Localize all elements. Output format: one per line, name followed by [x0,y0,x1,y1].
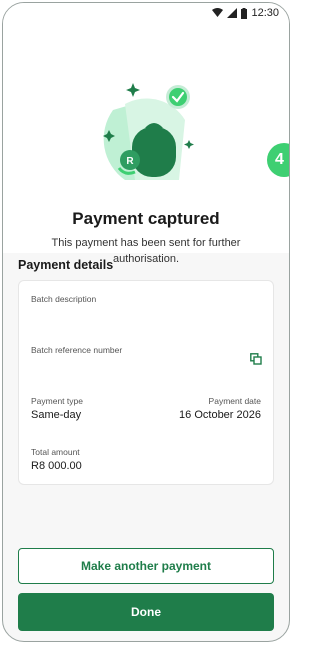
wifi-icon [212,8,224,17]
batch-reference-label: Batch reference number [31,345,123,355]
status-bar: 12:30 [3,3,289,25]
payment-details-card: Batch description Batch reference number… [18,280,274,485]
total-amount-label: Total amount [31,447,80,457]
payment-type-label: Payment type [31,396,83,406]
svg-text:R: R [126,156,134,167]
phone-frame: 12:30 R 4 Payment captured This payment … [2,2,290,642]
make-another-payment-button[interactable]: Make another payment [18,548,274,584]
batch-description-label: Batch description [31,294,97,304]
payment-details-heading: Payment details [18,258,114,272]
copy-icon[interactable] [250,353,262,365]
done-button[interactable]: Done [18,593,274,631]
step-badge: 4 [267,143,289,177]
payment-date-value: 16 October 2026 [179,409,261,421]
total-amount-value: R8 000.00 [31,460,82,472]
status-icons: 12:30 [212,7,279,19]
battery-icon [241,7,248,19]
payment-date-label: Payment date [208,396,261,406]
signal-icon [227,8,238,18]
status-time: 12:30 [251,7,279,19]
payment-type-value: Same-day [31,409,82,421]
page-title: Payment captured [72,209,220,228]
payment-success-illustration: R [103,83,194,180]
confirmation-header: R 4 Payment captured This payment has be… [3,25,289,265]
